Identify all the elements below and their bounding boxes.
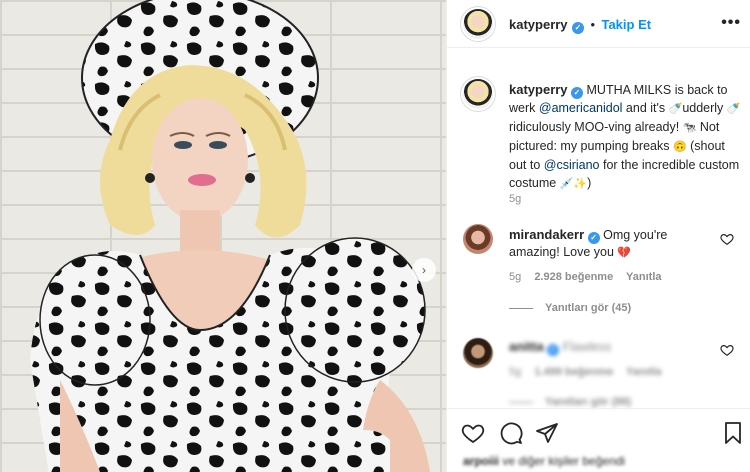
share-icon[interactable]: [535, 421, 559, 445]
bookmark-icon[interactable]: [721, 421, 745, 445]
reply-button[interactable]: Yanıtla: [626, 366, 661, 378]
heart-icon[interactable]: [720, 232, 734, 246]
comment-likes[interactable]: 1.499 beğenme: [534, 366, 613, 378]
replies-divider: [509, 401, 533, 403]
caption-text: ridiculously MOO-ving already!: [509, 120, 683, 134]
author-username[interactable]: katyperry: [509, 17, 568, 32]
caption-text: and it's: [622, 101, 669, 115]
post-timestamp[interactable]: 5g: [509, 193, 521, 205]
portrait-illustration: [30, 0, 430, 472]
comment-age[interactable]: 5g: [509, 271, 521, 283]
caption-text: ): [587, 176, 592, 190]
post-header: katyperry ✓ • Takip Et •••: [447, 0, 750, 48]
next-image-button[interactable]: ›: [412, 258, 436, 282]
post-image[interactable]: ›: [0, 0, 446, 472]
caption-text: udderly: [682, 101, 727, 115]
comment-username[interactable]: anitta: [509, 339, 544, 354]
mention-csiriano[interactable]: @csiriano: [544, 158, 600, 172]
more-options-icon[interactable]: •••: [721, 14, 741, 32]
replies-divider: [509, 307, 533, 309]
baby-bottle-emoji: 🍼: [726, 103, 741, 115]
follow-button[interactable]: Takip Et: [601, 17, 651, 32]
comment-likes[interactable]: 2.928 beğenme: [534, 271, 613, 283]
liked-by-rest: ve diğer kişiler beğendi: [499, 454, 626, 468]
heart-icon[interactable]: [461, 421, 485, 445]
comment-body: mirandakerr ✓ Omg you're amazing! Love y…: [509, 226, 709, 262]
verified-badge-icon: ✓: [571, 87, 584, 99]
syringe-emoji: 💉: [559, 178, 574, 190]
author-avatar[interactable]: [463, 9, 493, 39]
verified-badge-icon: ✓: [572, 22, 584, 34]
verified-badge-icon: ✓: [587, 232, 600, 244]
post-panel: katyperry ✓ • Takip Et ••• katyperry ✓ M…: [446, 0, 750, 472]
reply-button[interactable]: Yanıtla: [626, 271, 661, 283]
comment-icon[interactable]: [499, 421, 523, 445]
cow-emoji: 🐄: [682, 122, 697, 134]
broken-heart-emoji: 💔: [617, 247, 632, 259]
heart-icon[interactable]: [720, 343, 734, 357]
caption-username[interactable]: katyperry: [509, 82, 568, 97]
comment-username[interactable]: mirandakerr: [509, 227, 584, 242]
liked-by-text[interactable]: arpoiii ve diğer kişiler beğendi: [463, 454, 625, 468]
caption-avatar[interactable]: [463, 79, 493, 109]
comment-meta: 5g 1.499 beğenme Yanıtla: [509, 366, 672, 378]
verified-badge-icon: ✓: [547, 344, 560, 356]
upside-down-face-emoji: 🙃: [672, 141, 687, 153]
view-replies-button[interactable]: Yanıtları gör (45): [509, 302, 631, 314]
sparkles-emoji: ✨: [573, 178, 588, 190]
commenter-avatar[interactable]: [463, 224, 493, 254]
comment-meta: 5g 2.928 beğenme Yanıtla: [509, 271, 672, 283]
view-replies-label: Yanıtları gör (88): [545, 396, 632, 408]
view-replies-label: Yanıtları gör (45): [545, 302, 632, 314]
comment-text: Flawless: [562, 340, 612, 354]
post-actions-bar: arpoiii ve diğer kişiler beğendi: [447, 408, 750, 472]
commenter-avatar[interactable]: [463, 338, 493, 368]
liked-by-user[interactable]: arpoiii: [463, 454, 499, 468]
post-caption: katyperry ✓ MUTHA MILKS is back to werk …: [509, 81, 741, 193]
separator-dot: •: [590, 17, 596, 32]
mention-americanidol[interactable]: @americanidol: [539, 101, 623, 115]
baby-bottle-emoji: 🍼: [668, 103, 683, 115]
view-replies-button[interactable]: Yanıtları gör (88): [509, 396, 631, 408]
comment-age[interactable]: 5g: [509, 366, 521, 378]
chevron-right-icon: ›: [422, 263, 426, 277]
comment-body: anitta ✓ Flawless: [509, 338, 709, 356]
